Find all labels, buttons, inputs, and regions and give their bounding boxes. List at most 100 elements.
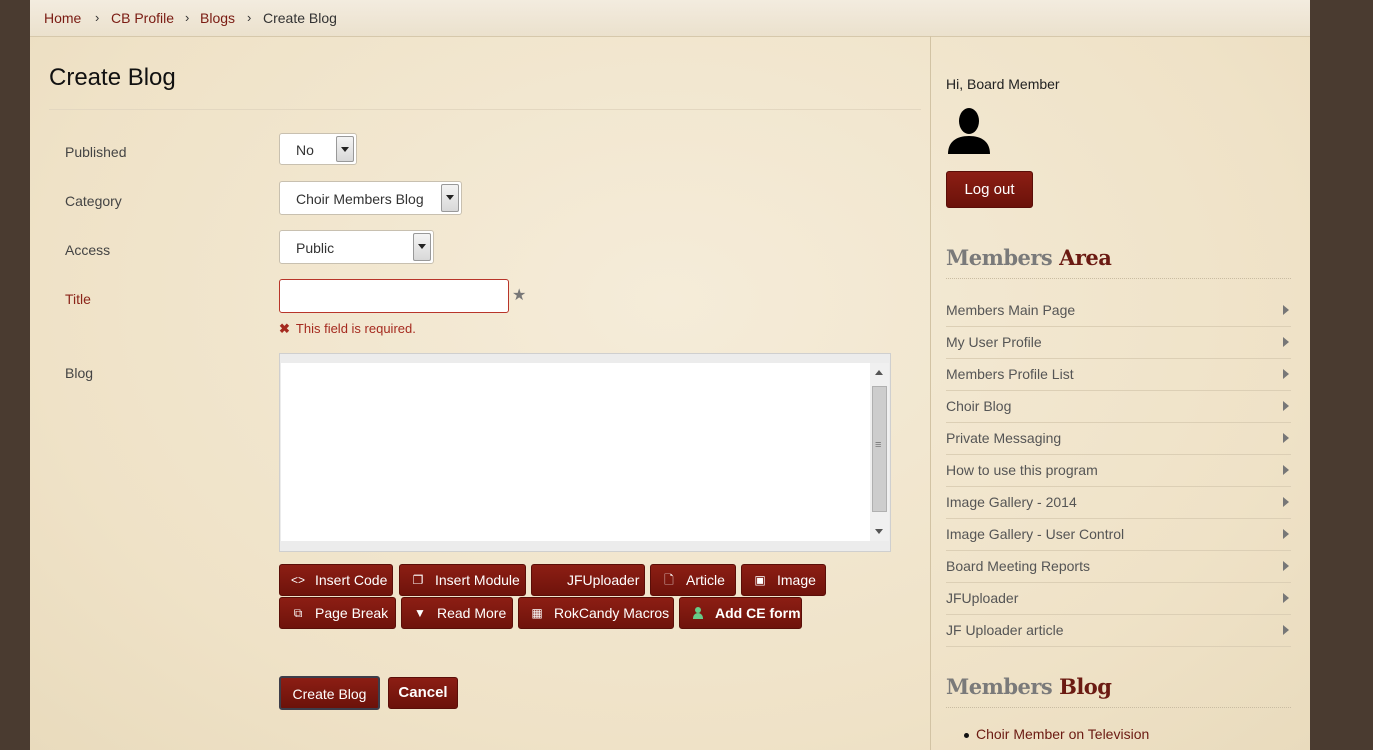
add-ce-form-label: Add CE form: [715, 605, 801, 621]
members-area-title-part1: Members: [946, 245, 1053, 270]
members-blog-list: Choir Member on Television: [961, 726, 1149, 742]
menu-item-members-main-page[interactable]: Members Main Page: [946, 295, 1291, 327]
menu-item-members-profile-list[interactable]: Members Profile List: [946, 359, 1291, 391]
module-icon: ❐: [412, 573, 424, 587]
menu-item-label: Members Main Page: [946, 302, 1076, 318]
category-value: Choir Members Blog: [296, 191, 424, 207]
insert-code-button[interactable]: <> Insert Code: [279, 564, 393, 596]
breadcrumb-blogs[interactable]: Blogs: [200, 10, 235, 26]
image-label: Image: [777, 572, 816, 588]
menu-item-label: Image Gallery - 2014: [946, 494, 1077, 510]
article-label: Article: [686, 572, 725, 588]
menu-item-label: JF Uploader article: [946, 622, 1064, 638]
chevron-right-icon: [1283, 593, 1289, 603]
menu-item-choir-blog[interactable]: Choir Blog: [946, 391, 1291, 423]
jfuploader-label: JFUploader: [567, 572, 640, 588]
person-icon: [691, 606, 705, 620]
list-item[interactable]: Choir Member on Television: [961, 726, 1149, 742]
title-label: Title: [65, 291, 91, 307]
members-area-title-part2: Area: [1059, 245, 1112, 270]
chevron-right-icon: [1283, 497, 1289, 507]
breadcrumb-separator: ›: [185, 10, 190, 25]
page-title: Create Blog: [49, 64, 176, 91]
menu-item-image-gallery-user-control[interactable]: Image Gallery - User Control: [946, 519, 1291, 551]
cancel-button[interactable]: Cancel: [388, 677, 458, 709]
category-label: Category: [65, 193, 122, 209]
breadcrumb-separator: ›: [247, 10, 252, 25]
chevron-down-icon: [413, 233, 431, 261]
macros-icon: ▦: [531, 606, 543, 620]
chevron-down-icon: [336, 136, 354, 162]
read-more-button[interactable]: ▼ Read More: [401, 597, 513, 629]
scroll-thumb[interactable]: [872, 386, 887, 512]
access-label: Access: [65, 242, 111, 258]
add-ce-form-button[interactable]: Add CE form: [679, 597, 802, 629]
create-blog-button[interactable]: Create Blog: [279, 676, 380, 710]
chevron-right-icon: [1283, 625, 1289, 635]
chevron-down-icon: [441, 184, 459, 212]
image-button[interactable]: ▣ Image: [741, 564, 826, 596]
members-blog-title: Members Blog: [946, 674, 1112, 699]
title-input[interactable]: [279, 279, 509, 313]
insert-module-button[interactable]: ❐ Insert Module: [399, 564, 526, 596]
user-greeting: Hi, Board Member: [946, 76, 1060, 92]
blog-editor-textarea[interactable]: [281, 363, 870, 541]
blog-editor: [279, 353, 891, 552]
members-blog-title-part1: Members: [946, 674, 1053, 699]
article-icon: 🗋: [664, 573, 674, 587]
chevron-right-icon: [1283, 465, 1289, 475]
members-area-menu: Members Main Page My User Profile Member…: [946, 295, 1291, 647]
scroll-up-icon[interactable]: [875, 370, 883, 375]
menu-item-private-messaging[interactable]: Private Messaging: [946, 423, 1291, 455]
breadcrumb: Home › CB Profile › Blogs › Create Blog: [30, 0, 1310, 37]
category-select[interactable]: Choir Members Blog: [279, 181, 462, 215]
avatar-icon: [948, 108, 990, 154]
members-area-title: Members Area: [946, 245, 1112, 270]
access-value: Public: [296, 240, 335, 256]
blog-label: Blog: [65, 365, 94, 381]
title-divider: [49, 109, 921, 110]
published-label: Published: [65, 144, 127, 160]
editor-scrollbar[interactable]: [870, 363, 889, 541]
insert-module-label: Insert Module: [435, 572, 520, 588]
chevron-right-icon: [1283, 369, 1289, 379]
chevron-right-icon: [1283, 337, 1289, 347]
menu-item-label: Choir Blog: [946, 398, 1012, 414]
article-button[interactable]: 🗋 Article: [650, 564, 736, 596]
menu-item-jf-uploader-article[interactable]: JF Uploader article: [946, 615, 1291, 647]
title-error-message: ✖ This field is required.: [279, 321, 416, 337]
page-break-button[interactable]: ⧉ Page Break: [279, 597, 396, 629]
main-content: Create Blog Published No Category Choir …: [30, 36, 930, 750]
menu-item-image-gallery-2014[interactable]: Image Gallery - 2014: [946, 487, 1291, 519]
rokcandy-macros-label: RokCandy Macros: [554, 605, 670, 621]
scroll-down-icon[interactable]: [875, 529, 883, 534]
chevron-right-icon: [1283, 305, 1289, 315]
menu-item-label: Private Messaging: [946, 430, 1062, 446]
required-star-icon: ★: [512, 287, 527, 304]
image-icon: ▣: [754, 573, 766, 587]
logout-button[interactable]: Log out: [946, 171, 1033, 208]
access-select[interactable]: Public: [279, 230, 434, 264]
members-area-divider: [946, 278, 1291, 279]
chevron-right-icon: [1283, 433, 1289, 443]
jfuploader-button[interactable]: JFUploader: [531, 564, 645, 596]
menu-item-board-meeting-reports[interactable]: Board Meeting Reports: [946, 551, 1291, 583]
members-blog-title-part2: Blog: [1059, 674, 1112, 699]
menu-item-label: JFUploader: [946, 590, 1019, 606]
read-more-label: Read More: [437, 605, 507, 621]
published-select[interactable]: No: [279, 133, 357, 165]
page-container: Home › CB Profile › Blogs › Create Blog …: [30, 0, 1310, 750]
menu-item-label: My User Profile: [946, 334, 1042, 350]
rokcandy-macros-button[interactable]: ▦ RokCandy Macros: [518, 597, 674, 629]
menu-item-jfuploader[interactable]: JFUploader: [946, 583, 1291, 615]
sidebar: Hi, Board Member Log out Members Area Me…: [930, 36, 1311, 750]
breadcrumb-home[interactable]: Home: [44, 10, 81, 26]
menu-item-how-to-use[interactable]: How to use this program: [946, 455, 1291, 487]
insert-code-label: Insert Code: [315, 572, 388, 588]
breadcrumb-current: Create Blog: [263, 10, 337, 26]
menu-item-my-user-profile[interactable]: My User Profile: [946, 327, 1291, 359]
page-break-label: Page Break: [315, 605, 389, 621]
chevron-down-icon: ▼: [414, 606, 426, 620]
breadcrumb-cb-profile[interactable]: CB Profile: [111, 10, 174, 26]
menu-item-label: Image Gallery - User Control: [946, 526, 1125, 542]
